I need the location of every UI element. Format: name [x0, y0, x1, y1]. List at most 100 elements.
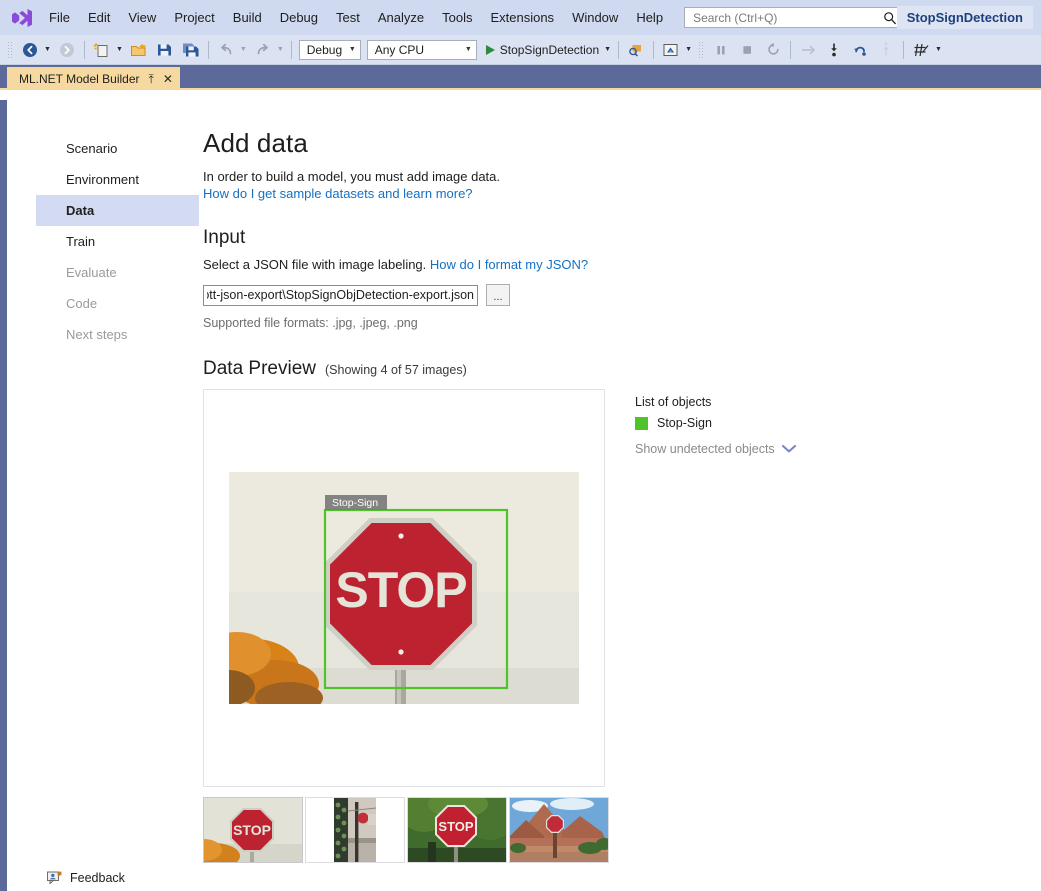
menu-item-analyze[interactable]: Analyze — [369, 6, 433, 29]
data-preview-count: (Showing 4 of 57 images) — [325, 363, 467, 377]
step-over-button — [795, 39, 821, 61]
menu-item-window[interactable]: Window — [563, 6, 627, 29]
undo-dropdown-icon: ▼ — [239, 46, 250, 53]
thumbnail-4-canyon-road[interactable] — [509, 797, 609, 863]
document-tab-well: ML.NET Model Builder ⤒ ✕ — [0, 65, 1041, 90]
toolbar-separator — [618, 41, 619, 59]
svg-text:STOP: STOP — [233, 822, 271, 838]
stop-debugging-button — [734, 39, 760, 61]
toolbar-separator — [84, 41, 85, 59]
solution-platform-value: Any CPU — [375, 43, 424, 57]
visual-studio-logo-icon — [10, 7, 34, 29]
solution-configuration-select[interactable]: Debug ▼ — [299, 40, 361, 60]
browse-button[interactable]: ... — [486, 284, 510, 306]
tab-ml-net-model-builder[interactable]: ML.NET Model Builder ⤒ ✕ — [7, 67, 180, 90]
input-instruction-row: Select a JSON file with image labeling. … — [203, 257, 1031, 272]
menu-item-tools[interactable]: Tools — [433, 6, 481, 29]
feedback-label: Feedback — [70, 871, 125, 885]
toolbar-grip-handle[interactable] — [698, 41, 705, 59]
toolbar-overflow-icon[interactable]: ▼ — [934, 46, 945, 53]
sidebar-item-train[interactable]: Train — [36, 226, 199, 257]
menu-item-view[interactable]: View — [119, 6, 165, 29]
feedback-icon — [47, 871, 62, 885]
solution-platform-select[interactable]: Any CPU ▼ — [367, 40, 477, 60]
tab-accent-underline — [0, 88, 1041, 90]
thumbnail-strip: STOP — [203, 797, 1031, 863]
standard-toolbar: ▼ ▼ — [0, 35, 1041, 65]
thumbnail-1-stop-sign-autumn[interactable]: STOP — [203, 797, 303, 863]
preview-and-objects-row: STOP Stop-Sign List of objects — [203, 389, 1031, 787]
preview-image-stop-sign: STOP Stop-Sign — [229, 472, 579, 704]
step-into-button[interactable] — [821, 39, 847, 61]
preview-selected-items-button[interactable] — [658, 39, 684, 61]
navigate-backward-button[interactable] — [17, 39, 43, 61]
sidebar-item-evaluate: Evaluate — [36, 257, 199, 288]
supported-formats-text: Supported file formats: .jpg, .jpeg, .pn… — [203, 316, 1031, 330]
model-builder-document: Scenario Environment Data Train Evaluate… — [0, 100, 1041, 891]
format-json-link[interactable]: How do I format my JSON? — [430, 257, 588, 272]
close-icon[interactable]: ✕ — [163, 73, 173, 85]
pause-button — [708, 39, 734, 61]
toolbar-grip-handle[interactable] — [7, 41, 14, 59]
chevron-down-icon: ▼ — [465, 46, 472, 53]
menu-item-test[interactable]: Test — [327, 6, 369, 29]
json-path-row: ... — [203, 284, 1031, 306]
svg-text:STOP: STOP — [335, 562, 466, 618]
preview-dropdown-icon[interactable]: ▼ — [684, 46, 695, 53]
pin-icon[interactable]: ⤒ — [149, 73, 154, 85]
json-path-input[interactable] — [203, 285, 478, 306]
live-share-button[interactable] — [623, 39, 649, 61]
sidebar-item-environment[interactable]: Environment — [36, 164, 199, 195]
menu-item-edit[interactable]: Edit — [79, 6, 119, 29]
feedback-button[interactable]: Feedback — [47, 871, 125, 885]
input-section-heading: Input — [203, 227, 1031, 249]
navigate-backward-dropdown-icon[interactable]: ▼ — [43, 46, 54, 53]
object-list-item-stop-sign[interactable]: Stop-Sign — [635, 416, 796, 430]
menu-item-help[interactable]: Help — [627, 6, 672, 29]
sidebar-item-scenario[interactable]: Scenario — [36, 133, 199, 164]
redo-button — [250, 39, 276, 61]
learn-more-link[interactable]: How do I get sample datasets and learn m… — [203, 186, 473, 201]
sidebar-item-code: Code — [36, 288, 199, 319]
new-project-button[interactable] — [89, 39, 115, 61]
navigate-forward-button — [54, 39, 80, 61]
objects-panel: List of objects Stop-Sign Show undetecte… — [635, 389, 796, 456]
add-data-content: Add data In order to build a model, you … — [203, 128, 1031, 891]
toolbar-separator — [653, 41, 654, 59]
new-project-dropdown-icon[interactable]: ▼ — [115, 46, 126, 53]
open-file-button[interactable] — [126, 39, 152, 61]
sidebar-item-next-steps: Next steps — [36, 319, 199, 350]
show-undetected-label: Show undetected objects — [635, 442, 775, 456]
bounding-box-label-text: Stop-Sign — [332, 497, 378, 509]
menu-item-list: File Edit View Project Build Debug Test … — [40, 6, 672, 29]
toolbar-separator — [903, 41, 904, 59]
step-up-button — [873, 39, 899, 61]
menu-bar: File Edit View Project Build Debug Test … — [0, 0, 1041, 35]
step-out-button[interactable] — [847, 39, 873, 61]
save-button[interactable] — [152, 39, 178, 61]
start-debugging-dropdown-icon[interactable]: ▼ — [603, 46, 614, 53]
global-search-box[interactable] — [684, 7, 902, 28]
sidebar-item-data[interactable]: Data — [36, 195, 199, 226]
toggle-hex-display-button[interactable] — [908, 39, 934, 61]
save-all-button[interactable] — [178, 39, 204, 61]
page-description: In order to build a model, you must add … — [203, 169, 1031, 184]
menu-item-project[interactable]: Project — [165, 6, 223, 29]
thumbnail-3-stop-sign-trees[interactable]: STOP — [407, 797, 507, 863]
menu-item-build[interactable]: Build — [224, 6, 271, 29]
restart-button — [760, 39, 786, 61]
tab-title: ML.NET Model Builder — [19, 72, 140, 86]
data-preview-header: Data Preview (Showing 4 of 57 images) — [203, 358, 1031, 380]
menu-item-extensions[interactable]: Extensions — [481, 6, 563, 29]
menu-item-file[interactable]: File — [40, 6, 79, 29]
menu-item-debug[interactable]: Debug — [271, 6, 327, 29]
object-label: Stop-Sign — [657, 416, 712, 430]
show-undetected-objects-toggle[interactable]: Show undetected objects — [635, 442, 796, 456]
toolbar-separator — [208, 41, 209, 59]
start-debugging-button[interactable]: StopSignDetection — [480, 39, 603, 61]
thumbnail-2-street-pole[interactable] — [305, 797, 405, 863]
objects-list-title: List of objects — [635, 395, 796, 409]
search-input[interactable] — [691, 10, 883, 26]
add-data-page: Scenario Environment Data Train Evaluate… — [7, 100, 1041, 891]
svg-text:STOP: STOP — [438, 819, 473, 834]
